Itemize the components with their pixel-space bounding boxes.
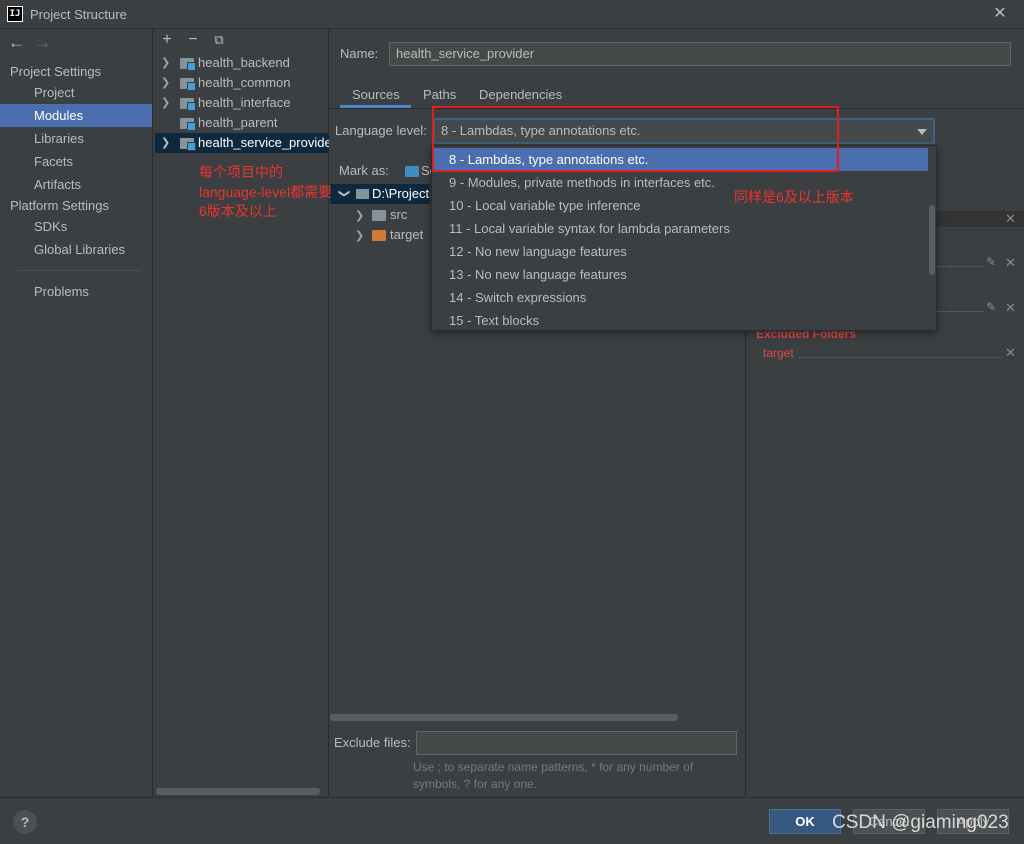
title-bar <box>0 0 1024 29</box>
help-button[interactable]: ? <box>13 810 37 834</box>
sidebar-item-artifacts[interactable]: Artifacts <box>0 173 152 196</box>
module-row-health-common[interactable]: ❯ health_common <box>155 73 329 93</box>
module-label: health_interface <box>198 95 291 110</box>
module-label: health_service_provider <box>198 135 329 150</box>
module-folder-icon <box>180 58 196 71</box>
module-folder-icon <box>180 118 196 131</box>
tree-item-target[interactable]: target <box>390 227 423 242</box>
exclude-files-help: Use ; to separate name patterns, * for a… <box>413 760 694 791</box>
project-settings-heading: Project Settings <box>10 64 102 79</box>
option-language-level-15[interactable]: 15 - Text blocks <box>434 309 928 330</box>
option-language-level-12[interactable]: 12 - No new language features <box>434 240 928 263</box>
module-folder-icon <box>180 78 196 91</box>
remove-icon[interactable]: ✕ <box>1005 300 1016 316</box>
tab-paths[interactable]: Paths <box>423 87 456 107</box>
module-label: health_backend <box>198 55 290 70</box>
option-language-level-11[interactable]: 11 - Local variable syntax for lambda pa… <box>434 217 928 240</box>
forward-arrow-icon[interactable]: → <box>34 33 51 53</box>
language-level-dropdown: 8 - Lambdas, type annotations etc. 9 - M… <box>431 145 937 331</box>
chevron-right-icon[interactable]: ❯ <box>161 73 170 93</box>
folder-icon <box>356 189 369 199</box>
chevron-down-icon <box>917 129 927 135</box>
sidebar-item-modules[interactable]: Modules <box>0 104 152 127</box>
content-root-path: D:\Projects <box>372 186 430 201</box>
annotation-note-line-1: 每个项目中的 <box>199 164 283 180</box>
tab-sources[interactable]: Sources <box>352 87 400 107</box>
exclude-files-label: Exclude files: <box>334 735 411 750</box>
chevron-right-icon[interactable]: ❯ <box>161 93 170 113</box>
chevron-right-icon[interactable]: ❯ <box>355 229 364 242</box>
language-level-label: Language level: <box>335 123 427 138</box>
close-icon[interactable]: ✕ <box>990 4 1010 24</box>
remove-icon[interactable]: ✕ <box>1005 255 1016 271</box>
chevron-right-icon[interactable]: ❯ <box>161 53 170 73</box>
dropdown-scrollbar[interactable] <box>929 205 935 275</box>
module-label: health_common <box>198 75 291 90</box>
sources-folder-icon[interactable] <box>405 166 419 177</box>
intellij-app-icon: IJ <box>7 6 23 22</box>
tab-dependencies[interactable]: Dependencies <box>479 87 562 107</box>
chevron-right-icon[interactable]: ❯ <box>161 133 170 153</box>
sidebar-item-facets[interactable]: Facets <box>0 150 152 173</box>
sidebar-divider <box>18 270 140 271</box>
tree-horizontal-scrollbar[interactable] <box>330 714 678 721</box>
sidebar-item-global-libraries[interactable]: Global Libraries <box>0 238 152 261</box>
remove-root-icon[interactable]: ✕ <box>1005 211 1016 227</box>
remove-icon[interactable]: − <box>184 31 202 49</box>
sidebar-item-problems[interactable]: Problems <box>0 280 152 303</box>
name-label: Name: <box>340 46 379 61</box>
back-arrow-icon[interactable]: ← <box>8 33 25 53</box>
folder-icon <box>372 210 386 221</box>
option-language-level-10[interactable]: 10 - Local variable type inference <box>434 194 928 217</box>
sidebar-item-sdks[interactable]: SDKs <box>0 215 152 238</box>
excluded-folder-icon <box>372 230 386 241</box>
option-language-level-14[interactable]: 14 - Switch expressions <box>434 286 928 309</box>
edit-icon[interactable]: ✎ <box>986 255 996 269</box>
ok-button[interactable]: OK <box>769 809 841 834</box>
excluded-entry-line <box>799 357 1002 358</box>
add-icon[interactable]: + <box>158 31 176 49</box>
annotation-note-right: 同样是6及以上版本 <box>734 189 854 205</box>
module-row-health-interface[interactable]: ❯ health_interface <box>155 93 329 113</box>
option-language-level-13[interactable]: 13 - No new language features <box>434 263 928 286</box>
window-title: Project Structure <box>30 7 127 22</box>
csdn-watermark: CSDN @giaming023 <box>832 812 1009 833</box>
chevron-down-icon[interactable]: ❯ <box>338 189 351 198</box>
module-row-health-parent[interactable]: health_parent <box>155 113 329 133</box>
module-name-field[interactable]: health_service_provider <box>389 42 1011 66</box>
remove-icon[interactable]: ✕ <box>1005 345 1016 361</box>
module-label: health_parent <box>198 115 278 130</box>
mark-as-label: Mark as: <box>339 163 389 178</box>
tree-item-src[interactable]: src <box>390 207 407 222</box>
sidebar-item-project[interactable]: Project <box>0 81 152 104</box>
edit-icon[interactable]: ✎ <box>986 300 996 314</box>
modules-horizontal-scrollbar[interactable] <box>156 788 320 795</box>
module-folder-icon <box>180 98 196 111</box>
annotation-highlight-box <box>432 106 839 172</box>
platform-settings-heading: Platform Settings <box>10 198 109 213</box>
module-row-health-backend[interactable]: ❯ health_backend <box>155 53 329 73</box>
annotation-note-line-3: 6版本及以上 <box>199 203 277 219</box>
copy-icon[interactable]: ⧉ <box>210 31 228 49</box>
excluded-folder-target: target <box>763 346 794 360</box>
annotation-note-line-2: language-level都需要 <box>199 184 333 200</box>
exclude-files-input[interactable] <box>416 731 737 755</box>
module-row-health-service-provider[interactable]: ❯ health_service_provider <box>155 133 329 153</box>
sidebar-item-libraries[interactable]: Libraries <box>0 127 152 150</box>
chevron-right-icon[interactable]: ❯ <box>355 209 364 222</box>
module-folder-icon <box>180 138 196 151</box>
option-language-level-9[interactable]: 9 - Modules, private methods in interfac… <box>434 171 928 194</box>
